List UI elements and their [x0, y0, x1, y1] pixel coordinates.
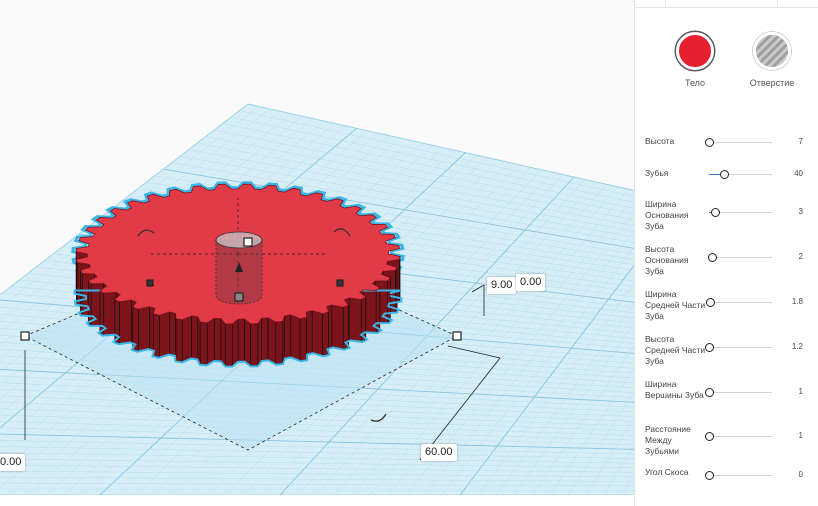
gear-tooth-face: [220, 317, 226, 367]
gear-tooth-face: [119, 299, 132, 345]
gear-tooth-face: [214, 317, 222, 362]
viewport-bottom-strip: [0, 495, 634, 506]
param-slider-knob[interactable]: [704, 471, 714, 480]
gear-tooth-face: [224, 323, 233, 367]
gear-tooth-face: [387, 277, 391, 324]
param-slider-knob[interactable]: [710, 208, 720, 217]
gear-tooth-face: [206, 317, 215, 366]
param-value[interactable]: 3: [799, 207, 803, 216]
solid-swatch[interactable]: [676, 32, 714, 70]
param-slider[interactable]: [704, 471, 772, 480]
center-handle: [234, 292, 244, 302]
param-slider-knob[interactable]: [704, 138, 714, 147]
param-label: Ширина Основания Зуба: [645, 199, 689, 231]
param-label: Зубья: [645, 168, 669, 178]
gear-tooth-face: [199, 321, 208, 366]
gear-tooth-face: [237, 318, 245, 362]
gear-tooth-face: [137, 306, 150, 352]
gear-tooth-face: [348, 297, 362, 342]
gear-tooth-face: [175, 318, 183, 363]
gear-tooth-face: [232, 318, 239, 367]
param-slider[interactable]: [709, 170, 772, 179]
param-label: Ширина Вершины Зуба: [645, 379, 704, 400]
gear-tooth-face: [284, 314, 292, 359]
param-label: Угол Скоса: [645, 467, 689, 477]
gear-tooth-face: [99, 289, 105, 336]
param-slider[interactable]: [704, 343, 772, 352]
solid-option[interactable]: Тело: [660, 32, 730, 88]
hole-swatch[interactable]: [753, 32, 791, 70]
param-value[interactable]: 1: [799, 431, 803, 440]
gear-tooth-face: [197, 316, 201, 365]
param-slider[interactable]: [704, 432, 772, 441]
param-value[interactable]: 40: [794, 169, 803, 178]
param-slider[interactable]: [704, 138, 772, 147]
gear-tooth-face: [299, 317, 307, 362]
param-value[interactable]: 2: [799, 252, 803, 261]
param-slider-knob[interactable]: [704, 343, 714, 352]
param-slider[interactable]: [707, 253, 772, 262]
gear-tooth-face: [311, 310, 323, 357]
hole-option[interactable]: Отверстие: [737, 32, 807, 88]
param-label: Расстояние Между Зубьями: [645, 424, 691, 456]
param-slider-knob[interactable]: [706, 298, 716, 307]
elevation-dimension-label[interactable]: 0.00: [516, 274, 546, 291]
gear-tooth-face: [331, 304, 344, 350]
param-value[interactable]: 1.2: [792, 342, 803, 351]
param-label: Высота Средней Части Зуба: [645, 334, 706, 366]
gear-model[interactable]: [71, 181, 405, 368]
gear-tooth-face: [182, 315, 192, 363]
edge-handle: [336, 279, 344, 287]
gear-tooth-face: [87, 279, 92, 327]
param-label: Ширина Средней Части Зуба: [645, 289, 706, 321]
width-dimension-label[interactable]: 60.00: [421, 444, 457, 461]
param-slider-knob[interactable]: [704, 388, 714, 397]
param-value[interactable]: 1.8: [792, 297, 803, 306]
edge-handle: [146, 279, 154, 287]
gear-tooth-face: [250, 323, 259, 367]
height-handle: [243, 237, 253, 247]
gear-tooth-face: [169, 311, 176, 356]
panel-topbar: [635, 0, 818, 8]
height-dimension-label[interactable]: 9.00: [487, 277, 517, 294]
param-slider-knob[interactable]: [704, 432, 714, 441]
param-slider[interactable]: [709, 208, 772, 217]
param-label: Высота Основания Зуба: [645, 244, 689, 276]
gear-tooth-face: [375, 287, 381, 334]
gear-tooth-face: [275, 320, 284, 365]
solid-label: Тело: [684, 78, 706, 88]
gear-tooth-face: [191, 315, 199, 360]
param-value[interactable]: 7: [799, 137, 803, 146]
shape-properties-panel: Тело Отверстие Высота 7 Зубья 40 Ширина Осно…: [634, 0, 818, 506]
param-slider-knob[interactable]: [720, 170, 730, 179]
hole-label: Отверстие: [749, 78, 795, 88]
depth-dimension-label[interactable]: 0.00: [0, 454, 26, 471]
corner-handle: [20, 331, 30, 341]
3d-viewport[interactable]: 9.00 0.00 60.00 0.00: [0, 0, 634, 495]
gear-tooth-face: [244, 318, 252, 367]
corner-handle: [452, 331, 462, 341]
gear-tooth-face: [267, 317, 277, 365]
gear-tooth-face: [306, 310, 313, 355]
shaft-hole-top: [215, 231, 263, 249]
param-label: Высота: [645, 136, 675, 146]
gear-tooth-face: [159, 311, 170, 358]
gear-tooth-face: [257, 317, 262, 367]
param-slider[interactable]: [704, 388, 772, 397]
param-value[interactable]: 0: [799, 470, 803, 479]
param-slider[interactable]: [706, 298, 772, 307]
workplane-scene[interactable]: [0, 0, 634, 495]
gear-tooth-face: [290, 314, 301, 362]
param-slider-knob[interactable]: [707, 253, 717, 262]
param-value[interactable]: 1: [799, 387, 803, 396]
gear-tooth-face: [261, 317, 269, 361]
